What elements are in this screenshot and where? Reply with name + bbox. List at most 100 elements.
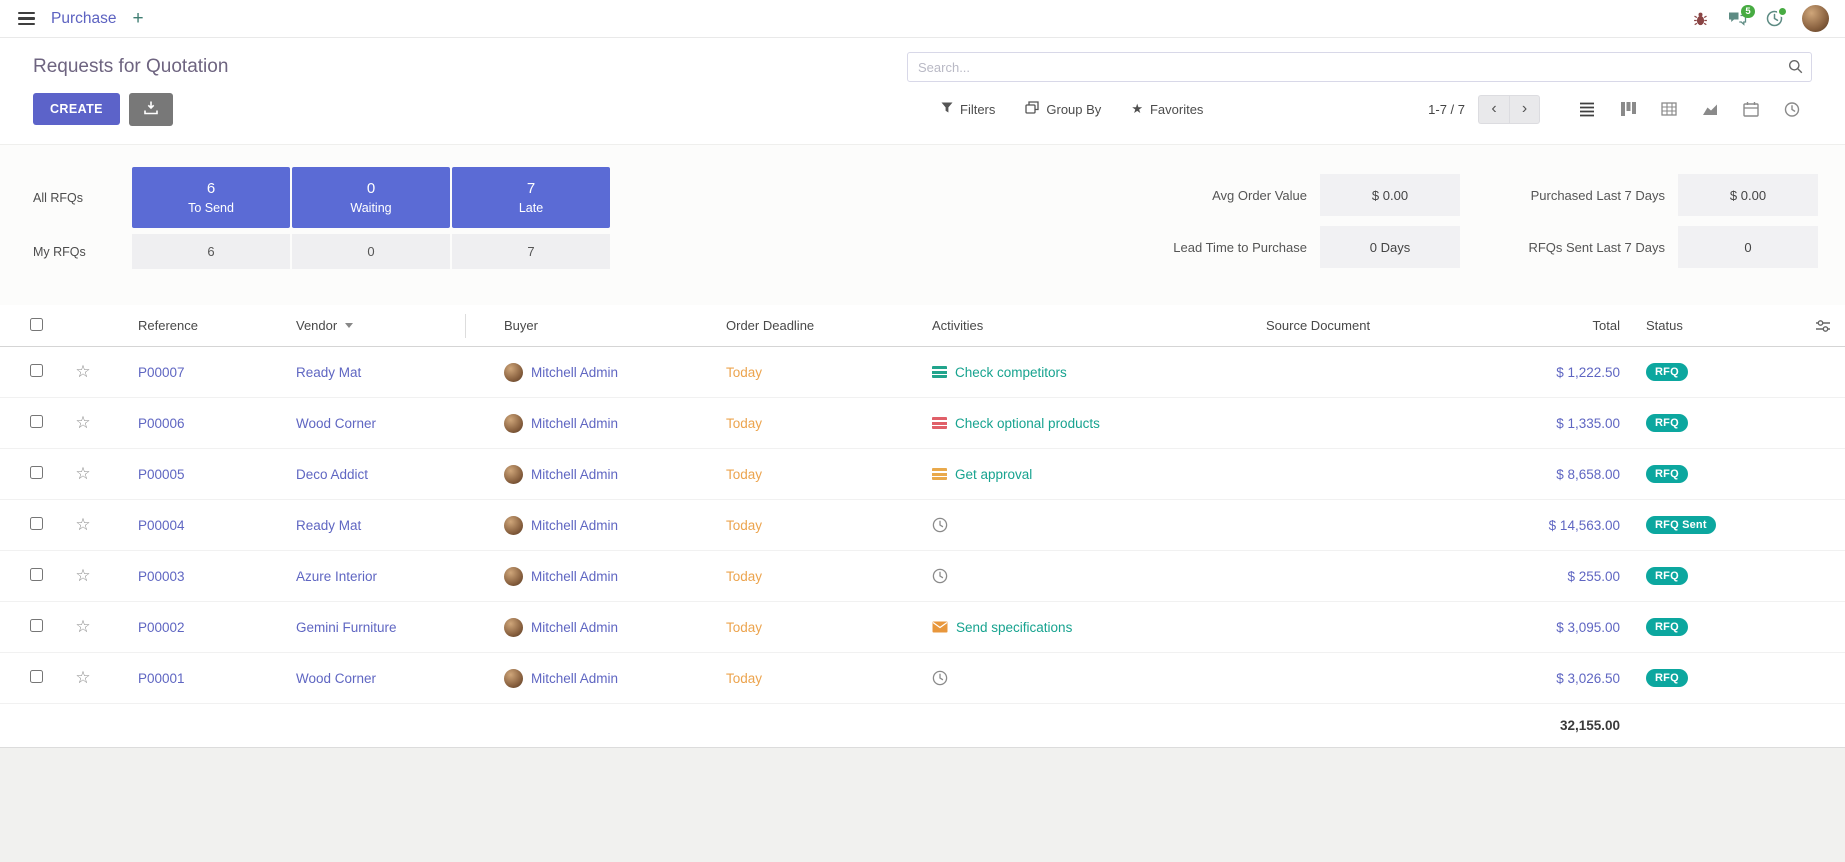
my-rfqs-label[interactable]: My RFQs <box>33 245 130 259</box>
column-header-activities[interactable]: Activities <box>932 318 1266 333</box>
column-header-order-deadline[interactable]: Order Deadline <box>726 318 932 333</box>
favorite-star-icon[interactable]: ☆ <box>75 464 90 483</box>
activity-tasks-icon[interactable] <box>932 417 947 429</box>
buyer-link[interactable]: Mitchell Admin <box>531 416 618 431</box>
reference-link[interactable]: P00004 <box>110 518 296 533</box>
buyer-link[interactable]: Mitchell Admin <box>531 671 618 686</box>
table-row[interactable]: ☆ P00004 Ready Mat Mitchell Admin Today … <box>0 500 1845 551</box>
new-tab-icon[interactable]: + <box>132 8 143 30</box>
favorite-star-icon[interactable]: ☆ <box>75 362 90 381</box>
row-checkbox[interactable] <box>30 517 43 530</box>
row-checkbox[interactable] <box>30 619 43 632</box>
select-all-checkbox[interactable] <box>30 318 43 331</box>
view-activity-button[interactable] <box>1771 94 1812 124</box>
vendor-link[interactable]: Deco Addict <box>296 467 504 482</box>
activity-clock-icon[interactable] <box>932 568 948 584</box>
vendor-link[interactable]: Ready Mat <box>296 365 504 380</box>
view-graph-button[interactable] <box>1689 94 1730 124</box>
favorite-star-icon[interactable]: ☆ <box>75 515 90 534</box>
group-by-button[interactable]: Group By <box>1025 101 1101 117</box>
action-buttons: CREATE <box>33 86 867 132</box>
reference-link[interactable]: P00005 <box>110 467 296 482</box>
pager-previous-button[interactable]: ‹ <box>1478 95 1509 124</box>
column-header-total[interactable]: Total <box>1430 318 1626 333</box>
vendor-link[interactable]: Wood Corner <box>296 671 504 686</box>
favorites-button[interactable]: ★ Favorites <box>1131 101 1203 117</box>
reference-link[interactable]: P00003 <box>110 569 296 584</box>
all-rfqs-label[interactable]: All RFQs <box>33 191 130 205</box>
activity-envelope-icon[interactable] <box>932 621 948 633</box>
filters-button[interactable]: Filters <box>941 102 995 117</box>
favorite-star-icon[interactable]: ☆ <box>75 566 90 585</box>
pager-next-button[interactable]: › <box>1509 95 1540 124</box>
vendor-link[interactable]: Ready Mat <box>296 518 504 533</box>
row-checkbox[interactable] <box>30 415 43 428</box>
table-row[interactable]: ☆ P00006 Wood Corner Mitchell Admin Toda… <box>0 398 1845 449</box>
buyer-link[interactable]: Mitchell Admin <box>531 467 618 482</box>
reference-link[interactable]: P00001 <box>110 671 296 686</box>
user-avatar[interactable] <box>1802 5 1829 32</box>
activity-label[interactable]: Send specifications <box>956 620 1072 635</box>
activity-tasks-icon[interactable] <box>932 468 947 480</box>
view-list-button[interactable] <box>1566 94 1607 124</box>
buyer-link[interactable]: Mitchell Admin <box>531 518 618 533</box>
my-rfq-late[interactable]: 7 <box>452 234 610 269</box>
favorite-star-icon[interactable]: ☆ <box>75 668 90 687</box>
reference-link[interactable]: P00007 <box>110 365 296 380</box>
view-calendar-button[interactable] <box>1730 94 1771 124</box>
debug-bug-icon[interactable] <box>1692 11 1709 27</box>
purchase-stats: Avg Order Value $ 0.00 Purchased Last 7 … <box>1132 171 1818 271</box>
buyer-link[interactable]: Mitchell Admin <box>531 620 618 635</box>
apps-menu-icon[interactable] <box>16 8 37 30</box>
column-header-status[interactable]: Status <box>1626 318 1756 333</box>
group-by-label: Group By <box>1046 102 1101 117</box>
rfq-card-waiting[interactable]: 0 Waiting <box>292 167 450 228</box>
table-row[interactable]: ☆ P00003 Azure Interior Mitchell Admin T… <box>0 551 1845 602</box>
activity-tasks-icon[interactable] <box>932 366 947 378</box>
favorite-star-icon[interactable]: ☆ <box>75 413 90 432</box>
column-header-source-document[interactable]: Source Document <box>1266 318 1430 333</box>
column-header-vendor[interactable]: Vendor <box>296 314 504 338</box>
activity-label[interactable]: Get approval <box>955 467 1032 482</box>
rfq-card-to-send[interactable]: 6 To Send <box>132 167 290 228</box>
buyer-link[interactable]: Mitchell Admin <box>531 365 618 380</box>
vendor-link[interactable]: Wood Corner <box>296 416 504 431</box>
search-icon[interactable] <box>1788 59 1803 77</box>
my-rfq-waiting[interactable]: 0 <box>292 234 450 269</box>
table-row[interactable]: ☆ P00005 Deco Addict Mitchell Admin Toda… <box>0 449 1845 500</box>
row-checkbox[interactable] <box>30 364 43 377</box>
buyer-link[interactable]: Mitchell Admin <box>531 569 618 584</box>
table-row[interactable]: ☆ P00002 Gemini Furniture Mitchell Admin… <box>0 602 1845 653</box>
favorite-star-icon[interactable]: ☆ <box>75 617 90 636</box>
vendor-link[interactable]: Azure Interior <box>296 569 504 584</box>
row-checkbox[interactable] <box>30 670 43 683</box>
rfq-card-late[interactable]: 7 Late <box>452 167 610 228</box>
column-header-buyer[interactable]: Buyer <box>504 318 726 333</box>
view-kanban-button[interactable] <box>1607 94 1648 124</box>
row-checkbox[interactable] <box>30 568 43 581</box>
view-pivot-button[interactable] <box>1648 94 1689 124</box>
export-button[interactable] <box>129 93 173 126</box>
activity-clock-icon[interactable] <box>932 670 948 686</box>
messages-icon[interactable]: 5 <box>1728 11 1747 27</box>
column-resize-handle[interactable] <box>465 314 466 338</box>
reference-link[interactable]: P00002 <box>110 620 296 635</box>
activity-label[interactable]: Check competitors <box>955 365 1067 380</box>
reference-link[interactable]: P00006 <box>110 416 296 431</box>
search-input[interactable] <box>907 52 1812 82</box>
activity-label[interactable]: Check optional products <box>955 416 1100 431</box>
row-checkbox[interactable] <box>30 466 43 479</box>
order-deadline: Today <box>726 467 932 482</box>
column-header-reference[interactable]: Reference <box>110 318 296 333</box>
optional-columns-toggle-icon[interactable] <box>1815 319 1831 333</box>
table-row[interactable]: ☆ P00007 Ready Mat Mitchell Admin Today … <box>0 347 1845 398</box>
app-name[interactable]: Purchase <box>51 10 116 28</box>
order-deadline: Today <box>726 671 932 686</box>
table-row[interactable]: ☆ P00001 Wood Corner Mitchell Admin Toda… <box>0 653 1845 704</box>
activity-clock-icon[interactable] <box>932 517 948 533</box>
status-badge: RFQ <box>1646 414 1688 432</box>
vendor-link[interactable]: Gemini Furniture <box>296 620 504 635</box>
my-rfq-to-send[interactable]: 6 <box>132 234 290 269</box>
create-button[interactable]: CREATE <box>33 93 120 125</box>
activities-icon[interactable] <box>1766 10 1783 27</box>
